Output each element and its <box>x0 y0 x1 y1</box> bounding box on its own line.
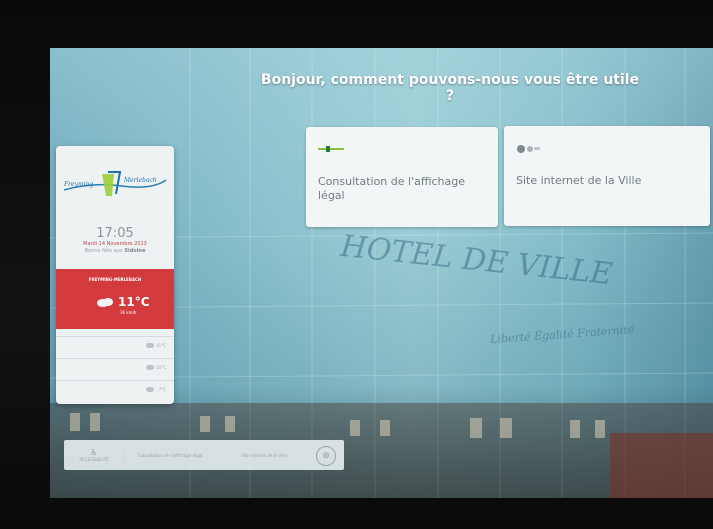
card-city-website-label: Site internet de la Ville <box>516 174 642 187</box>
forecast-row: 11°C <box>56 336 174 357</box>
cloud-icon <box>146 387 154 392</box>
website-logo-icon <box>517 145 540 153</box>
weather-panel: FREYMING-MERLEBACH 11°C 36 km/h <box>56 269 174 329</box>
accessibility-icon: ♿ <box>90 447 98 457</box>
svg-text:Freyming: Freyming <box>63 181 93 188</box>
saint-prefix: Bonne fête aux <box>84 248 123 254</box>
page-heading: Bonjour, comment pouvons-nous vous être … <box>260 72 640 104</box>
notice-logo-icon <box>318 146 344 152</box>
svg-text:Merlebach: Merlebach <box>123 177 157 184</box>
card-legal-notices[interactable]: Consultation de l'affichage légal <box>306 127 498 227</box>
forecast-row: 7°C <box>56 380 174 401</box>
cloud-icon <box>146 365 154 370</box>
bottom-nav-city-website[interactable]: Site internet de la Ville <box>218 440 310 470</box>
card-city-website[interactable]: Site internet de la Ville <box>504 126 710 226</box>
bottom-nav-legal-notices[interactable]: Consultation de l'affichage légal <box>124 440 216 470</box>
accessibility-button[interactable]: ♿ ACCESSIBILITÉ <box>64 440 124 470</box>
card-legal-notices-label: Consultation de l'affichage légal <box>318 175 465 202</box>
accessibility-label: ACCESSIBILITÉ <box>79 456 109 462</box>
forecast-temp: 10°C <box>156 365 166 370</box>
weather-wind: 36 km/h <box>120 310 137 315</box>
close-icon[interactable]: ⊗ <box>316 446 336 466</box>
weather-temperature: 11°C <box>118 295 150 309</box>
forecast-temp: 7°C <box>158 387 166 392</box>
cloud-icon <box>97 298 113 307</box>
forecast-temp: 11°C <box>156 343 166 348</box>
clock-time: 17:05 <box>96 226 134 241</box>
forecast-row: 10°C <box>56 358 174 379</box>
town-logo-icon: Freyming Merlebach <box>63 171 167 196</box>
cloud-icon <box>146 343 154 348</box>
saint-name: Sidoine <box>124 248 146 254</box>
saint-of-day: Bonne fête aux Sidoine <box>56 248 174 254</box>
bottom-navigation-bar: ♿ ACCESSIBILITÉ Consultation de l'affich… <box>64 440 344 470</box>
kiosk-screen: HOTEL DE VILLE Liberté Égalité Fraternit… <box>50 48 713 498</box>
weather-city: FREYMING-MERLEBACH <box>88 277 142 282</box>
clock-date: Mardi 14 Novembre 2023 <box>83 241 147 247</box>
info-widget: Freyming Merlebach 17:05 Mardi 14 Novemb… <box>56 146 174 404</box>
